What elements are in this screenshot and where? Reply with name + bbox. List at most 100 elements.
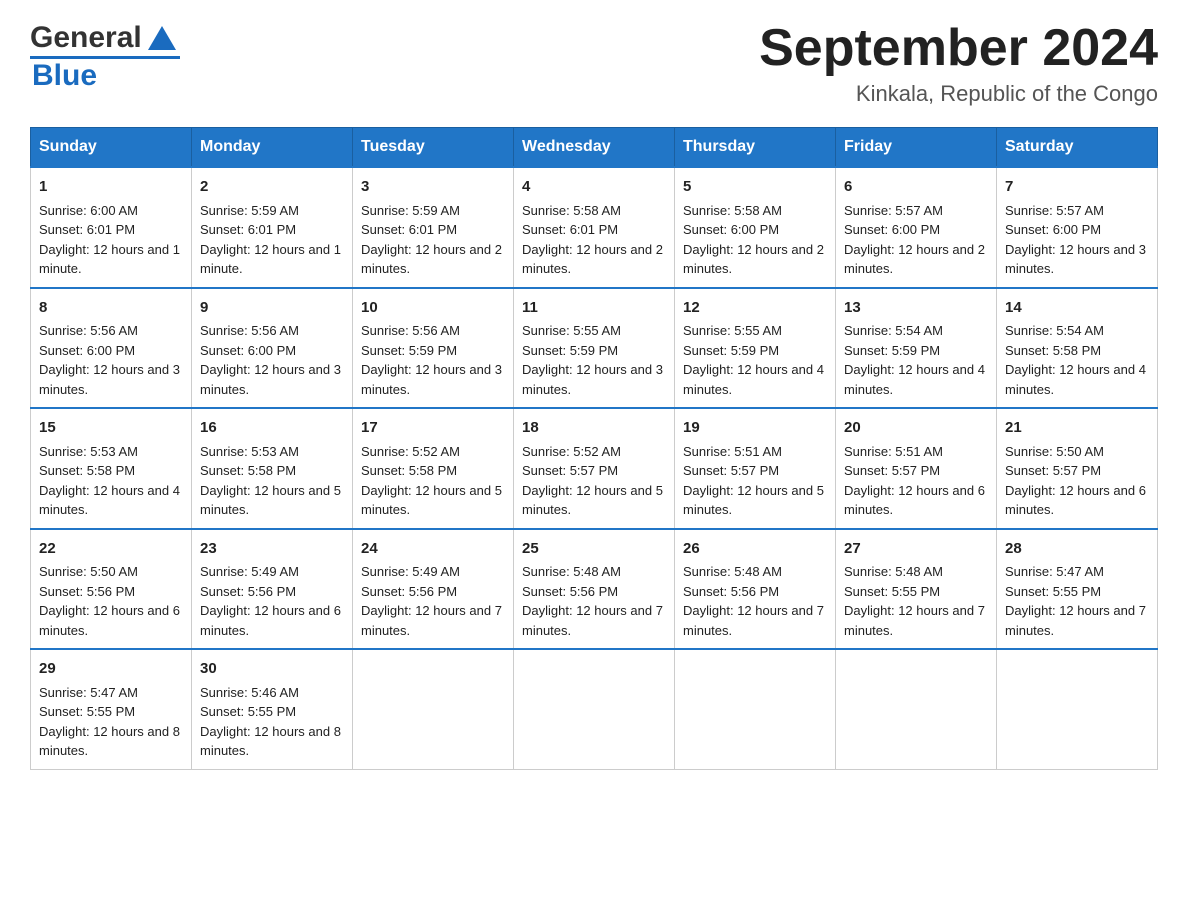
table-row <box>675 649 836 769</box>
sunrise-text: Sunrise: 5:53 AM <box>39 444 138 459</box>
table-row: 14Sunrise: 5:54 AMSunset: 5:58 PMDayligh… <box>997 288 1158 409</box>
table-row: 20Sunrise: 5:51 AMSunset: 5:57 PMDayligh… <box>836 408 997 529</box>
sunrise-text: Sunrise: 5:47 AM <box>39 685 138 700</box>
sunset-text: Sunset: 5:57 PM <box>844 463 940 478</box>
day-number: 27 <box>844 538 988 561</box>
sunset-text: Sunset: 5:56 PM <box>200 584 296 599</box>
sunrise-text: Sunrise: 5:50 AM <box>39 564 138 579</box>
sunrise-text: Sunrise: 5:52 AM <box>361 444 460 459</box>
table-row: 8Sunrise: 5:56 AMSunset: 6:00 PMDaylight… <box>31 288 192 409</box>
table-row: 6 Sunrise: 5:57 AM Sunset: 6:00 PM Daylight… <box>836 167 997 288</box>
sunset-text: Sunset: 5:59 PM <box>683 343 779 358</box>
day-number: 19 <box>683 417 827 440</box>
daylight-text: Daylight: 12 hours and 4 minutes. <box>844 362 985 397</box>
logo-triangle-icon <box>144 20 180 56</box>
table-row: 16Sunrise: 5:53 AMSunset: 5:58 PMDayligh… <box>192 408 353 529</box>
sunrise-text: Sunrise: 5:51 AM <box>683 444 782 459</box>
daylight-text: Daylight: 12 hours and 4 minutes. <box>683 362 824 397</box>
day-number: 13 <box>844 297 988 320</box>
sunrise-text: Sunrise: 5:48 AM <box>683 564 782 579</box>
table-row <box>514 649 675 769</box>
daylight-text: Daylight: 12 hours and 7 minutes. <box>1005 603 1146 638</box>
daylight-text: Daylight: 12 hours and 5 minutes. <box>361 483 502 518</box>
daylight-text: Daylight: 12 hours and 7 minutes. <box>361 603 502 638</box>
day-number: 18 <box>522 417 666 440</box>
daylight-text: Daylight: 12 hours and 6 minutes. <box>1005 483 1146 518</box>
sunrise-text: Sunrise: 5:53 AM <box>200 444 299 459</box>
daylight-text: Daylight: 12 hours and 5 minutes. <box>200 483 341 518</box>
sunset-text: Sunset: 5:59 PM <box>522 343 618 358</box>
sunrise-text: Sunrise: 5:55 AM <box>683 323 782 338</box>
sunrise-text: Sunrise: 5:56 AM <box>39 323 138 338</box>
table-row: 22Sunrise: 5:50 AMSunset: 5:56 PMDayligh… <box>31 529 192 650</box>
daylight-text: Daylight: 12 hours and 7 minutes. <box>522 603 663 638</box>
day-number: 9 <box>200 297 344 320</box>
sunset-text: Sunset: 5:56 PM <box>522 584 618 599</box>
day-number: 20 <box>844 417 988 440</box>
table-row: 9Sunrise: 5:56 AMSunset: 6:00 PMDaylight… <box>192 288 353 409</box>
day-number: 24 <box>361 538 505 561</box>
sunset-text: Sunset: 5:56 PM <box>39 584 135 599</box>
sunset-text: Sunset: 5:59 PM <box>361 343 457 358</box>
daylight-text: Daylight: 12 hours and 1 minute. <box>200 242 341 277</box>
sunset-text: Sunset: 5:57 PM <box>522 463 618 478</box>
sunrise-text: Sunrise: 5:57 AM <box>844 203 943 218</box>
table-row <box>836 649 997 769</box>
sunrise-text: Sunrise: 5:52 AM <box>522 444 621 459</box>
sunrise-text: Sunrise: 5:56 AM <box>200 323 299 338</box>
header-saturday: Saturday <box>997 128 1158 168</box>
day-number: 6 <box>844 176 988 199</box>
sunset-text: Sunset: 5:58 PM <box>361 463 457 478</box>
daylight-text: Daylight: 12 hours and 6 minutes. <box>200 603 341 638</box>
sunset-text: Sunset: 5:55 PM <box>1005 584 1101 599</box>
sunset-text: Sunset: 5:55 PM <box>200 704 296 719</box>
table-row: 11Sunrise: 5:55 AMSunset: 5:59 PMDayligh… <box>514 288 675 409</box>
calendar-table: Sunday Monday Tuesday Wednesday Thursday… <box>30 127 1158 770</box>
daylight-text: Daylight: 12 hours and 2 minutes. <box>683 242 824 277</box>
day-number: 23 <box>200 538 344 561</box>
table-row: 21Sunrise: 5:50 AMSunset: 5:57 PMDayligh… <box>997 408 1158 529</box>
daylight-text: Daylight: 12 hours and 5 minutes. <box>683 483 824 518</box>
day-number: 11 <box>522 297 666 320</box>
calendar-week-row: 29 Sunrise: 5:47 AM Sunset: 5:55 PM Dayligh… <box>31 649 1158 769</box>
day-number: 10 <box>361 297 505 320</box>
sunset-text: Sunset: 6:01 PM <box>200 222 296 237</box>
sunrise-text: Sunrise: 5:56 AM <box>361 323 460 338</box>
sunrise-text: Sunrise: 5:59 AM <box>361 203 460 218</box>
table-row: 17Sunrise: 5:52 AMSunset: 5:58 PMDayligh… <box>353 408 514 529</box>
calendar-week-row: 1Sunrise: 6:00 AMSunset: 6:01 PMDaylight… <box>31 167 1158 288</box>
sunrise-text: Sunrise: 5:54 AM <box>844 323 943 338</box>
sunset-text: Sunset: 6:01 PM <box>522 222 618 237</box>
day-number: 29 <box>39 658 183 681</box>
logo-top: General <box>30 20 180 56</box>
day-number: 14 <box>1005 297 1149 320</box>
sunrise-text: Sunrise: 5:47 AM <box>1005 564 1104 579</box>
sunrise-text: Sunrise: 5:55 AM <box>522 323 621 338</box>
daylight-text: Daylight: 12 hours and 4 minutes. <box>39 483 180 518</box>
calendar-week-row: 22Sunrise: 5:50 AMSunset: 5:56 PMDayligh… <box>31 529 1158 650</box>
daylight-text: Daylight: 12 hours and 7 minutes. <box>844 603 985 638</box>
daylight-text: Daylight: 12 hours and 2 minutes. <box>844 242 985 277</box>
daylight-text: Daylight: 12 hours and 3 minutes. <box>1005 242 1146 277</box>
daylight-text: Daylight: 12 hours and 1 minute. <box>39 242 180 277</box>
table-row: 25Sunrise: 5:48 AMSunset: 5:56 PMDayligh… <box>514 529 675 650</box>
sunset-text: Sunset: 6:00 PM <box>844 222 940 237</box>
sunset-text: Sunset: 5:59 PM <box>844 343 940 358</box>
table-row: 13 Sunrise: 5:54 AM Sunset: 5:59 PM Dayligh… <box>836 288 997 409</box>
table-row: 26Sunrise: 5:48 AMSunset: 5:56 PMDayligh… <box>675 529 836 650</box>
sunrise-text: Sunrise: 5:58 AM <box>522 203 621 218</box>
table-row <box>353 649 514 769</box>
header-thursday: Thursday <box>675 128 836 168</box>
daylight-text: Daylight: 12 hours and 2 minutes. <box>522 242 663 277</box>
page-subtitle: Kinkala, Republic of the Congo <box>759 81 1158 107</box>
day-number: 26 <box>683 538 827 561</box>
day-number: 21 <box>1005 417 1149 440</box>
day-number: 3 <box>361 176 505 199</box>
table-row: 30Sunrise: 5:46 AMSunset: 5:55 PMDayligh… <box>192 649 353 769</box>
table-row: 12Sunrise: 5:55 AMSunset: 5:59 PMDayligh… <box>675 288 836 409</box>
sunset-text: Sunset: 5:57 PM <box>1005 463 1101 478</box>
sunset-text: Sunset: 6:01 PM <box>39 222 135 237</box>
sunset-text: Sunset: 5:55 PM <box>844 584 940 599</box>
daylight-text: Daylight: 12 hours and 8 minutes. <box>200 724 341 759</box>
sunrise-text: Sunrise: 5:48 AM <box>844 564 943 579</box>
